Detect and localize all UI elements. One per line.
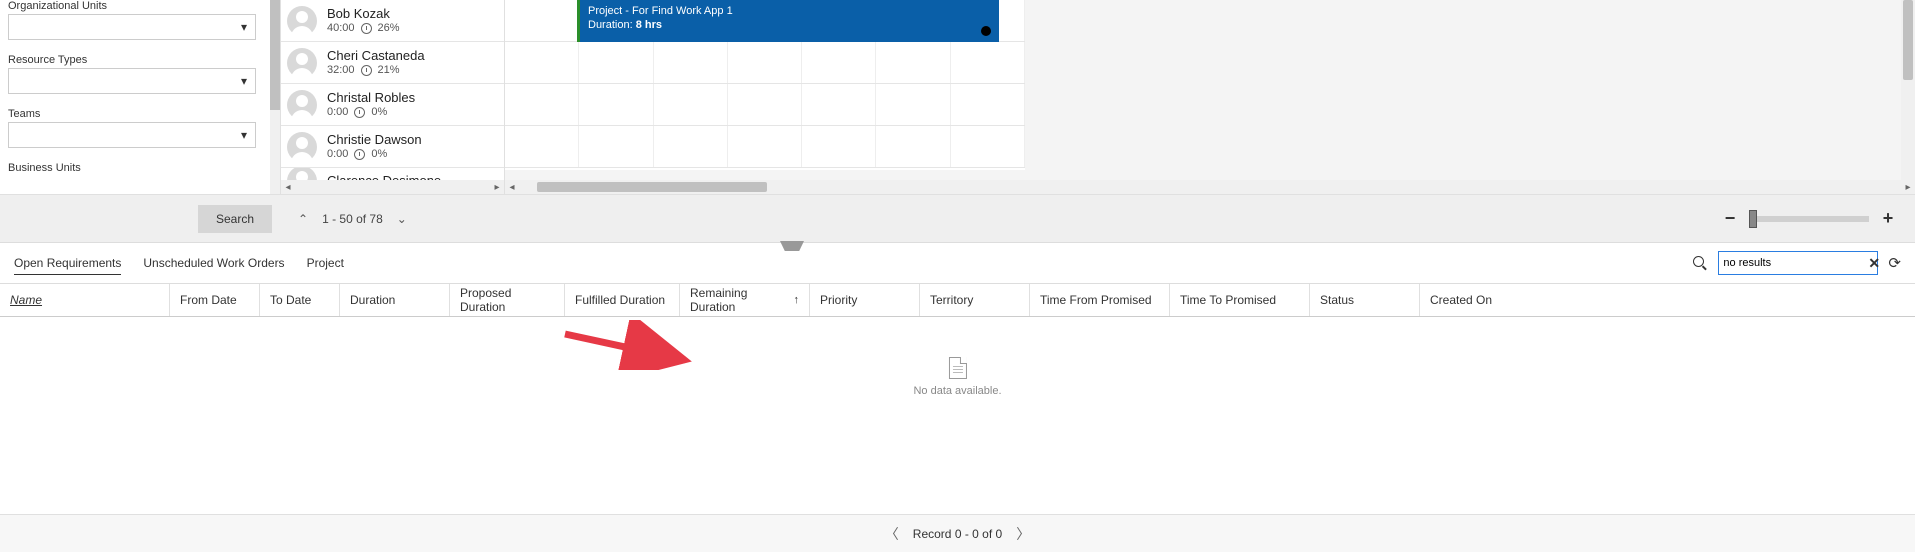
resource-row[interactable]: Cheri Castaneda 32:0021% bbox=[281, 42, 504, 84]
tab-unscheduled-work-orders[interactable]: Unscheduled Work Orders bbox=[143, 252, 284, 274]
filter-sidebar: Organizational Units ▾ Resource Types ▾ … bbox=[0, 0, 280, 194]
zoom-out-button[interactable]: − bbox=[1721, 208, 1739, 229]
avatar-icon bbox=[287, 132, 317, 162]
col-time-to-promised[interactable]: Time To Promised bbox=[1170, 284, 1310, 316]
col-from-date[interactable]: From Date bbox=[170, 284, 260, 316]
calendar-hscroll[interactable]: ◂ ▸ bbox=[505, 180, 1915, 194]
zoom-slider[interactable] bbox=[1749, 216, 1869, 222]
calendar-vscroll[interactable] bbox=[1901, 0, 1915, 180]
grid-search-box[interactable]: ✕ bbox=[1718, 251, 1878, 275]
filter-select-resource-types[interactable]: ▾ bbox=[8, 68, 256, 94]
clock-icon bbox=[361, 65, 372, 76]
toolbar: Search ⌃ 1 - 50 of 78 ⌄ − + bbox=[0, 195, 1915, 243]
search-icon[interactable] bbox=[1693, 256, 1708, 271]
col-created-on[interactable]: Created On bbox=[1420, 284, 1915, 316]
filter-label-teams: Teams bbox=[8, 108, 270, 120]
page-prev-icon[interactable]: ⌃ bbox=[298, 212, 308, 226]
booking-handle-icon[interactable] bbox=[981, 26, 991, 36]
resource-name: Christal Robles bbox=[327, 90, 415, 106]
col-proposed-duration[interactable]: Proposed Duration bbox=[450, 284, 565, 316]
record-pager-text: Record 0 - 0 of 0 bbox=[913, 527, 1002, 541]
pager-text: 1 - 50 of 78 bbox=[322, 212, 383, 226]
sort-asc-icon: ↑ bbox=[794, 294, 800, 306]
resource-row[interactable]: Christal Robles 0:000% bbox=[281, 84, 504, 126]
filter-select-teams[interactable]: ▾ bbox=[8, 122, 256, 148]
col-priority[interactable]: Priority bbox=[810, 284, 920, 316]
avatar-icon bbox=[287, 48, 317, 78]
pager-prev-icon[interactable]: 〈 bbox=[885, 524, 899, 544]
zoom-in-button[interactable]: + bbox=[1879, 208, 1897, 229]
col-duration[interactable]: Duration bbox=[340, 284, 450, 316]
chevron-down-icon: ▾ bbox=[241, 20, 247, 34]
col-remaining-duration[interactable]: Remaining Duration↑ bbox=[680, 284, 810, 316]
avatar-icon bbox=[287, 90, 317, 120]
clock-icon bbox=[361, 23, 372, 34]
sidebar-scrollbar[interactable] bbox=[270, 0, 280, 194]
refresh-icon[interactable]: ⟳ bbox=[1888, 254, 1901, 272]
booking-block[interactable]: Project - For Find Work App 1 Duration: … bbox=[577, 0, 999, 42]
tab-project[interactable]: Project bbox=[307, 252, 344, 274]
tabs-bar: Open Requirements Unscheduled Work Order… bbox=[0, 243, 1915, 283]
no-data-placeholder: No data available. bbox=[913, 357, 1001, 397]
booking-title: Project - For Find Work App 1 bbox=[588, 4, 991, 18]
document-icon bbox=[949, 357, 967, 379]
filter-label-org-units: Organizational Units bbox=[8, 0, 270, 12]
resource-hscroll[interactable]: ◂ ▸ bbox=[281, 180, 504, 194]
col-territory[interactable]: Territory bbox=[920, 284, 1030, 316]
col-to-date[interactable]: To Date bbox=[260, 284, 340, 316]
search-button[interactable]: Search bbox=[198, 205, 272, 233]
schedule-board[interactable]: Project - For Find Work App 1 Duration: … bbox=[505, 0, 1915, 194]
scroll-right-icon[interactable]: ▸ bbox=[490, 180, 504, 194]
pager-next-icon[interactable]: 〉 bbox=[1016, 524, 1030, 544]
filter-label-resource-types: Resource Types bbox=[8, 54, 270, 66]
resource-row[interactable]: Christie Dawson 0:000% bbox=[281, 126, 504, 168]
clear-search-icon[interactable]: ✕ bbox=[1865, 255, 1883, 272]
page-next-icon[interactable]: ⌄ bbox=[397, 212, 407, 226]
resource-list: Bob Kozak 40:0026% Cheri Castaneda 32:00… bbox=[280, 0, 505, 194]
grid-body: No data available. bbox=[0, 317, 1915, 437]
scroll-left-icon[interactable]: ◂ bbox=[281, 180, 295, 194]
resource-name: Bob Kozak bbox=[327, 6, 400, 22]
scroll-right-icon[interactable]: ▸ bbox=[1901, 180, 1915, 194]
chevron-down-icon: ▾ bbox=[241, 74, 247, 88]
tab-open-requirements[interactable]: Open Requirements bbox=[14, 252, 121, 275]
grid-search-input[interactable] bbox=[1723, 257, 1865, 269]
filter-select-org-units[interactable]: ▾ bbox=[8, 14, 256, 40]
record-pager: 〈 Record 0 - 0 of 0 〉 bbox=[0, 514, 1915, 552]
filter-label-business-units: Business Units bbox=[8, 162, 270, 174]
col-name[interactable]: Name bbox=[0, 284, 170, 316]
resource-row[interactable]: Bob Kozak 40:0026% bbox=[281, 0, 504, 42]
col-time-from-promised[interactable]: Time From Promised bbox=[1030, 284, 1170, 316]
col-fulfilled-duration[interactable]: Fulfilled Duration bbox=[565, 284, 680, 316]
avatar-icon bbox=[287, 6, 317, 36]
chevron-down-icon: ▾ bbox=[241, 128, 247, 142]
scroll-left-icon[interactable]: ◂ bbox=[505, 180, 519, 194]
col-status[interactable]: Status bbox=[1310, 284, 1420, 316]
resource-name: Cheri Castaneda bbox=[327, 48, 425, 64]
grid-header: Name From Date To Date Duration Proposed… bbox=[0, 283, 1915, 317]
clock-icon bbox=[354, 107, 365, 118]
resource-name: Christie Dawson bbox=[327, 132, 422, 148]
clock-icon bbox=[354, 149, 365, 160]
